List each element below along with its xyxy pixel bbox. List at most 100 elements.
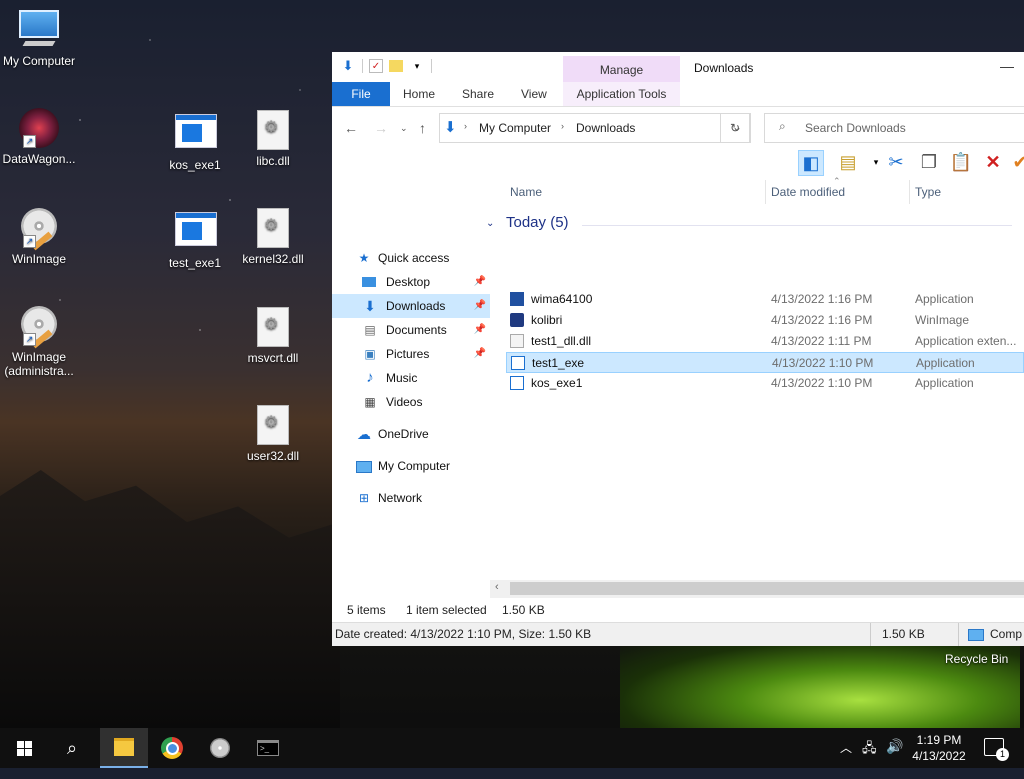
preview-pane-icon[interactable]: ◧: [798, 150, 824, 176]
nav-onedrive[interactable]: ☁ OneDrive: [332, 422, 490, 446]
search-button[interactable]: ⌕: [48, 728, 96, 768]
tab-share[interactable]: Share: [462, 82, 494, 106]
desktop-icon-user32-dll[interactable]: ⚙ user32.dll: [234, 405, 312, 463]
tray-overflow-chevron-icon[interactable]: ︿: [840, 739, 852, 779]
action-center-button[interactable]: 1: [984, 738, 1009, 761]
horizontal-scrollbar[interactable]: ‹: [490, 580, 1024, 598]
clock-time: 1:19 PM: [916, 733, 962, 747]
taskbar-file-explorer[interactable]: [100, 728, 148, 768]
nav-my-computer[interactable]: My Computer: [332, 454, 490, 478]
terminal-icon: >_: [257, 740, 279, 756]
scrollbar-thumb[interactable]: [510, 582, 1024, 595]
file-row-selected[interactable]: test1_exe 4/13/2022 1:10 PM Application: [506, 352, 1024, 373]
taskbar-command-prompt[interactable]: >_: [244, 728, 292, 768]
forward-arrow-icon[interactable]: →: [374, 120, 388, 136]
start-button[interactable]: [0, 728, 48, 768]
navigation-pane: ★ Quick access Desktop 📌 ⬇ Downloads 📌 ▤…: [332, 180, 490, 600]
nav-desktop[interactable]: Desktop 📌: [332, 270, 490, 294]
taskbar-winimage[interactable]: [196, 728, 244, 768]
nav-downloads[interactable]: ⬇ Downloads 📌: [332, 294, 490, 318]
column-header-type[interactable]: Type: [915, 180, 941, 204]
disc-icon: [210, 738, 230, 758]
properties-check-icon[interactable]: ✓: [369, 59, 383, 73]
desktop-icon-winimage[interactable]: ↗ WinImage: [0, 208, 78, 266]
file-date: 4/13/2022 1:16 PM: [771, 313, 873, 327]
up-arrow-icon[interactable]: ↑: [419, 120, 426, 136]
scroll-left-arrow-icon[interactable]: ‹: [495, 581, 499, 593]
pin-icon: 📌: [473, 276, 486, 287]
ribbon-tabs: File Home Share View Application Tools: [332, 82, 1024, 107]
group-collapse-chevron-icon[interactable]: ⌄: [486, 218, 494, 229]
select-folder-icon[interactable]: ▤: [836, 150, 860, 174]
file-row[interactable]: test1_dll.dll 4/13/2022 1:11 PM Applicat…: [506, 331, 1024, 352]
desktop-icon-winimage-admin[interactable]: ↗ WinImage (administra...: [0, 306, 78, 378]
file-row[interactable]: kolibri 4/13/2022 1:16 PM WinImage: [506, 310, 1024, 331]
computer-icon: [968, 629, 984, 641]
desktop-icon-libc-dll[interactable]: ⚙ libc.dll: [234, 110, 312, 168]
recent-locations-chevron-icon[interactable]: ⌄: [400, 123, 408, 134]
desktop-icon-label: user32.dll: [246, 449, 300, 463]
downloads-folder-icon: ⬇: [444, 119, 457, 136]
clock[interactable]: 1:19 PM 4/13/2022: [900, 732, 978, 764]
search-placeholder: Search Downloads: [805, 121, 906, 135]
nav-videos[interactable]: ▦ Videos: [332, 390, 490, 414]
tab-home[interactable]: Home: [403, 82, 435, 106]
disc-icon: ↗: [19, 306, 59, 349]
refresh-button[interactable]: ↻: [720, 113, 750, 143]
dll-gear-icon: ⚙: [253, 307, 293, 347]
manage-tab[interactable]: Manage: [563, 56, 680, 82]
file-type: Application: [916, 356, 975, 370]
nav-documents[interactable]: ▤ Documents 📌: [332, 318, 490, 342]
nav-music[interactable]: ♪ Music: [332, 366, 490, 390]
rename-check-icon[interactable]: ✔: [1008, 150, 1024, 174]
file-date: 4/13/2022 1:10 PM: [771, 376, 873, 390]
search-box[interactable]: ⌕ Search Downloads: [764, 113, 1024, 143]
computer-icon: [19, 10, 59, 50]
group-header-today[interactable]: Today (5): [506, 214, 569, 231]
breadcrumb-my-computer[interactable]: My Computer: [479, 121, 551, 135]
nav-pictures[interactable]: ▣ Pictures 📌: [332, 342, 490, 366]
nav-network[interactable]: ⊞ Network: [332, 486, 490, 510]
cut-scissors-icon[interactable]: ✂: [884, 150, 908, 174]
column-separator[interactable]: [909, 180, 910, 204]
window-title: Downloads: [694, 61, 754, 75]
back-arrow-icon[interactable]: ←: [344, 120, 358, 136]
download-arrow-icon: ⬇: [364, 298, 376, 314]
desktop-icon-kernel32-dll[interactable]: ⚙ kernel32.dll: [234, 208, 312, 266]
title-bar[interactable]: ⬇ ✓ ▾ Manage Downloads —: [332, 52, 1024, 82]
desktop-icon-msvcrt-dll[interactable]: ⚙ msvcrt.dll: [234, 307, 312, 365]
taskbar-chrome[interactable]: [148, 728, 196, 768]
breadcrumb-downloads[interactable]: Downloads: [576, 121, 635, 135]
desktop-icon-datawagon[interactable]: ↗ DataWagon...: [0, 108, 78, 166]
file-row[interactable]: kos_exe1 4/13/2022 1:10 PM Application: [506, 373, 1024, 394]
new-folder-icon[interactable]: [389, 60, 403, 72]
network-tray-icon[interactable]: 🖧: [862, 739, 877, 779]
desktop-icon-my-computer[interactable]: My Computer: [0, 10, 78, 68]
file-row[interactable]: wima64100 4/13/2022 1:16 PM Application: [506, 289, 1024, 310]
tab-file[interactable]: File: [332, 82, 390, 106]
status-bar: 5 items 1 item selected 1.50 KB: [332, 600, 1024, 620]
tab-application-tools[interactable]: Application Tools: [563, 82, 680, 106]
sort-chevron-icon: ⌃: [833, 176, 841, 186]
details-size: 1.50 KB: [882, 627, 925, 641]
desktop-icon-label: test_exe1: [168, 256, 222, 270]
desktop-icon-label: kos_exe1: [169, 158, 221, 172]
nav-quick-access[interactable]: ★ Quick access: [332, 246, 490, 270]
nav-label: Videos: [386, 395, 423, 409]
paste-clipboard-icon[interactable]: 📋: [949, 150, 973, 174]
tab-view[interactable]: View: [521, 82, 547, 106]
computer-icon: [356, 461, 372, 473]
desktop-icon-recycle-bin-label[interactable]: Recycle Bin: [945, 652, 1008, 666]
customize-dropdown-icon[interactable]: ▾: [409, 58, 425, 74]
file-type: WinImage: [915, 313, 970, 327]
desktop-icon-test-exe1[interactable]: test_exe1: [156, 208, 234, 270]
column-separator[interactable]: [765, 180, 766, 204]
delete-x-icon[interactable]: ✕: [981, 150, 1005, 174]
desktop-icon-kos-exe1[interactable]: kos_exe1: [156, 110, 234, 172]
copy-icon[interactable]: ❐: [917, 150, 941, 174]
minimize-button[interactable]: —: [1000, 58, 1014, 74]
address-bar[interactable]: ⬇ › My Computer › Downloads ⌄: [439, 113, 751, 143]
down-arrow-icon[interactable]: ⬇: [340, 58, 356, 74]
column-header-name[interactable]: Name: [510, 180, 542, 204]
shortcut-arrow-icon: ↗: [23, 333, 36, 346]
